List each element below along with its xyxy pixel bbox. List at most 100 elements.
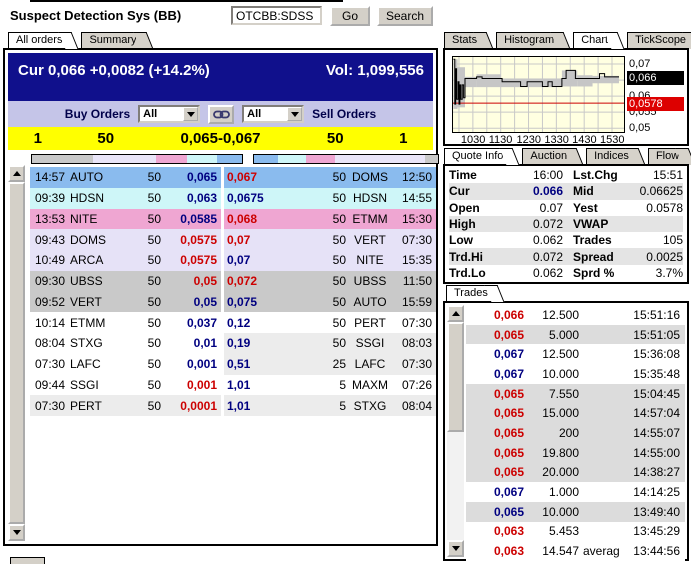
reference-price-badge: 0,0578 bbox=[627, 97, 684, 111]
chain-link-icon bbox=[213, 109, 230, 120]
scrollbar-up-button[interactable] bbox=[8, 165, 25, 182]
ask-mm: STXG bbox=[346, 399, 394, 413]
ask-mm: DOMS bbox=[346, 170, 394, 184]
ask-size: 50 bbox=[310, 191, 346, 205]
tab-auction[interactable]: Auction bbox=[522, 148, 573, 164]
inside-quote-bar: 1 50 0,065-0,067 50 1 bbox=[8, 127, 433, 150]
arrow-down-icon bbox=[13, 530, 21, 535]
bid-mm: PERT bbox=[70, 399, 118, 413]
bid-row[interactable]: 09:43DOMS500,0575 bbox=[30, 229, 221, 250]
ask-row[interactable]: 0,0750VERT07:30 bbox=[224, 229, 436, 250]
ask-time: 15:30 bbox=[394, 212, 436, 226]
chevron-down-icon bbox=[187, 112, 195, 117]
tab-quote-info[interactable]: Quote Info bbox=[444, 148, 509, 164]
quote-value: 0.07 bbox=[501, 201, 563, 215]
ask-price: 1,01 bbox=[224, 378, 282, 392]
order-book-scrollbar[interactable] bbox=[8, 165, 25, 541]
scrollbar-down-button[interactable] bbox=[447, 540, 464, 557]
bid-row[interactable]: 07:30PERT500,0001 bbox=[30, 395, 221, 416]
bid-row[interactable]: 14:57AUTO500,065 bbox=[30, 167, 221, 188]
order-book-panel: Cur 0,066 +0,0082 (+14.2%) Vol: 1,099,55… bbox=[3, 48, 438, 546]
sell-filter-dropdown-button[interactable] bbox=[287, 107, 302, 121]
ask-mm: SSGI bbox=[346, 336, 394, 350]
trade-size: 15.000 bbox=[524, 406, 579, 420]
trade-time: 15:51:16 bbox=[623, 308, 685, 322]
ask-row[interactable]: 1,015MAXM07:26 bbox=[224, 375, 436, 396]
ask-size: 50 bbox=[310, 316, 346, 330]
x-axis-label: 1230 bbox=[517, 134, 541, 146]
quote-value: 15:51 bbox=[625, 168, 683, 182]
link-buy-sell-button[interactable] bbox=[208, 105, 234, 124]
bid-mm: NITE bbox=[70, 212, 118, 226]
depth-strip-segment bbox=[156, 155, 188, 163]
ask-row[interactable]: 0,067550HDSN14:55 bbox=[224, 188, 436, 209]
bid-row[interactable]: 10:49ARCA500,0575 bbox=[30, 250, 221, 271]
trade-size: 5.000 bbox=[524, 328, 579, 342]
trade-time: 13:49:40 bbox=[623, 505, 685, 519]
trade-price: 0,063 bbox=[466, 524, 524, 538]
bid-mm: DOMS bbox=[70, 233, 118, 247]
bid-row[interactable]: 07:30LAFC500,001 bbox=[30, 354, 221, 375]
quote-label: High bbox=[449, 217, 501, 231]
ask-row[interactable]: 0,5125LAFC07:30 bbox=[224, 354, 436, 375]
tab-indices[interactable]: Indices bbox=[586, 148, 635, 164]
go-button[interactable]: Go bbox=[330, 6, 370, 26]
tab-all-orders[interactable]: All orders bbox=[8, 32, 68, 48]
tab-histogram[interactable]: Histogram bbox=[496, 32, 560, 48]
ask-row[interactable]: 1,015STXG08:04 bbox=[224, 395, 436, 416]
tab-tickscope[interactable]: TickScope bbox=[627, 32, 691, 48]
scrollbar-thumb[interactable] bbox=[8, 182, 25, 524]
bid-row[interactable]: 08:04STXG500,01 bbox=[30, 333, 221, 354]
ask-row[interactable]: 0,06750DOMS12:50 bbox=[224, 167, 436, 188]
bid-row[interactable]: 09:44SSGI500,001 bbox=[30, 375, 221, 396]
tab-flow[interactable]: Flow bbox=[648, 148, 685, 164]
trade-time: 14:14:25 bbox=[623, 485, 685, 499]
buy-filter-value: All bbox=[140, 107, 183, 121]
order-book-row: 07:30LAFC500,0010,5125LAFC07:30 bbox=[30, 354, 436, 375]
search-button[interactable]: Search bbox=[377, 6, 433, 26]
bid-row[interactable]: 09:52VERT500,05 bbox=[30, 292, 221, 313]
quote-value: 0.06625 bbox=[625, 184, 683, 198]
trades-scrollbar[interactable] bbox=[447, 305, 464, 557]
trade-price: 0,066 bbox=[466, 308, 524, 322]
bid-row[interactable]: 13:53NITE500,0585 bbox=[30, 209, 221, 230]
tab-summary[interactable]: Summary bbox=[81, 32, 142, 48]
depth-strip-segment bbox=[93, 155, 156, 163]
order-book-row: 14:57AUTO500,0650,06750DOMS12:50 bbox=[30, 167, 436, 188]
symbol-input[interactable] bbox=[231, 6, 322, 25]
buy-filter-dropdown[interactable]: All bbox=[138, 105, 200, 123]
tab-chart[interactable]: Chart bbox=[573, 32, 614, 48]
tab-trades[interactable]: Trades bbox=[446, 285, 494, 301]
tab-stats[interactable]: Stats bbox=[444, 32, 483, 48]
trade-row: 0,0635.45313:45:29 bbox=[466, 522, 685, 542]
bid-price: 0,0575 bbox=[161, 253, 221, 267]
buy-filter-dropdown-button[interactable] bbox=[183, 107, 198, 121]
ask-row[interactable]: 0,1950SSGI08:03 bbox=[224, 333, 436, 354]
ask-row[interactable]: 0,0750NITE15:35 bbox=[224, 250, 436, 271]
bid-price: 0,0001 bbox=[161, 399, 221, 413]
ask-row[interactable]: 0,07250UBSS11:50 bbox=[224, 271, 436, 292]
trade-time: 15:36:08 bbox=[623, 347, 685, 361]
scrollbar-thumb[interactable] bbox=[447, 322, 464, 432]
bid-row[interactable]: 09:39HDSN500,063 bbox=[30, 188, 221, 209]
trade-time: 15:51:05 bbox=[623, 328, 685, 342]
ask-mm: VERT bbox=[346, 233, 394, 247]
scrollbar-up-button[interactable] bbox=[447, 305, 464, 322]
scrollbar-down-button[interactable] bbox=[8, 524, 25, 541]
sell-filter-dropdown[interactable]: All bbox=[242, 105, 304, 123]
ask-row[interactable]: 0,1250PERT07:30 bbox=[224, 312, 436, 333]
ask-price: 0,0675 bbox=[224, 191, 282, 205]
quote-row: Cur0.066Mid0.06625 bbox=[449, 183, 683, 199]
order-book-row: 09:30UBSS500,050,07250UBSS11:50 bbox=[30, 271, 436, 292]
quote-label: Mid bbox=[563, 184, 625, 198]
ask-row[interactable]: 0,07550AUTO15:59 bbox=[224, 292, 436, 313]
ask-price: 0,19 bbox=[224, 336, 282, 350]
bid-row[interactable]: 09:30UBSS500,05 bbox=[30, 271, 221, 292]
sell-orders-label: Sell Orders bbox=[312, 107, 376, 121]
arrow-up-icon bbox=[13, 171, 21, 176]
ask-price: 0,068 bbox=[224, 212, 282, 226]
bid-size: 50 bbox=[127, 378, 161, 392]
trade-size: 1.000 bbox=[524, 485, 579, 499]
bid-row[interactable]: 10:14ETMM500,037 bbox=[30, 312, 221, 333]
ask-row[interactable]: 0,06850ETMM15:30 bbox=[224, 209, 436, 230]
